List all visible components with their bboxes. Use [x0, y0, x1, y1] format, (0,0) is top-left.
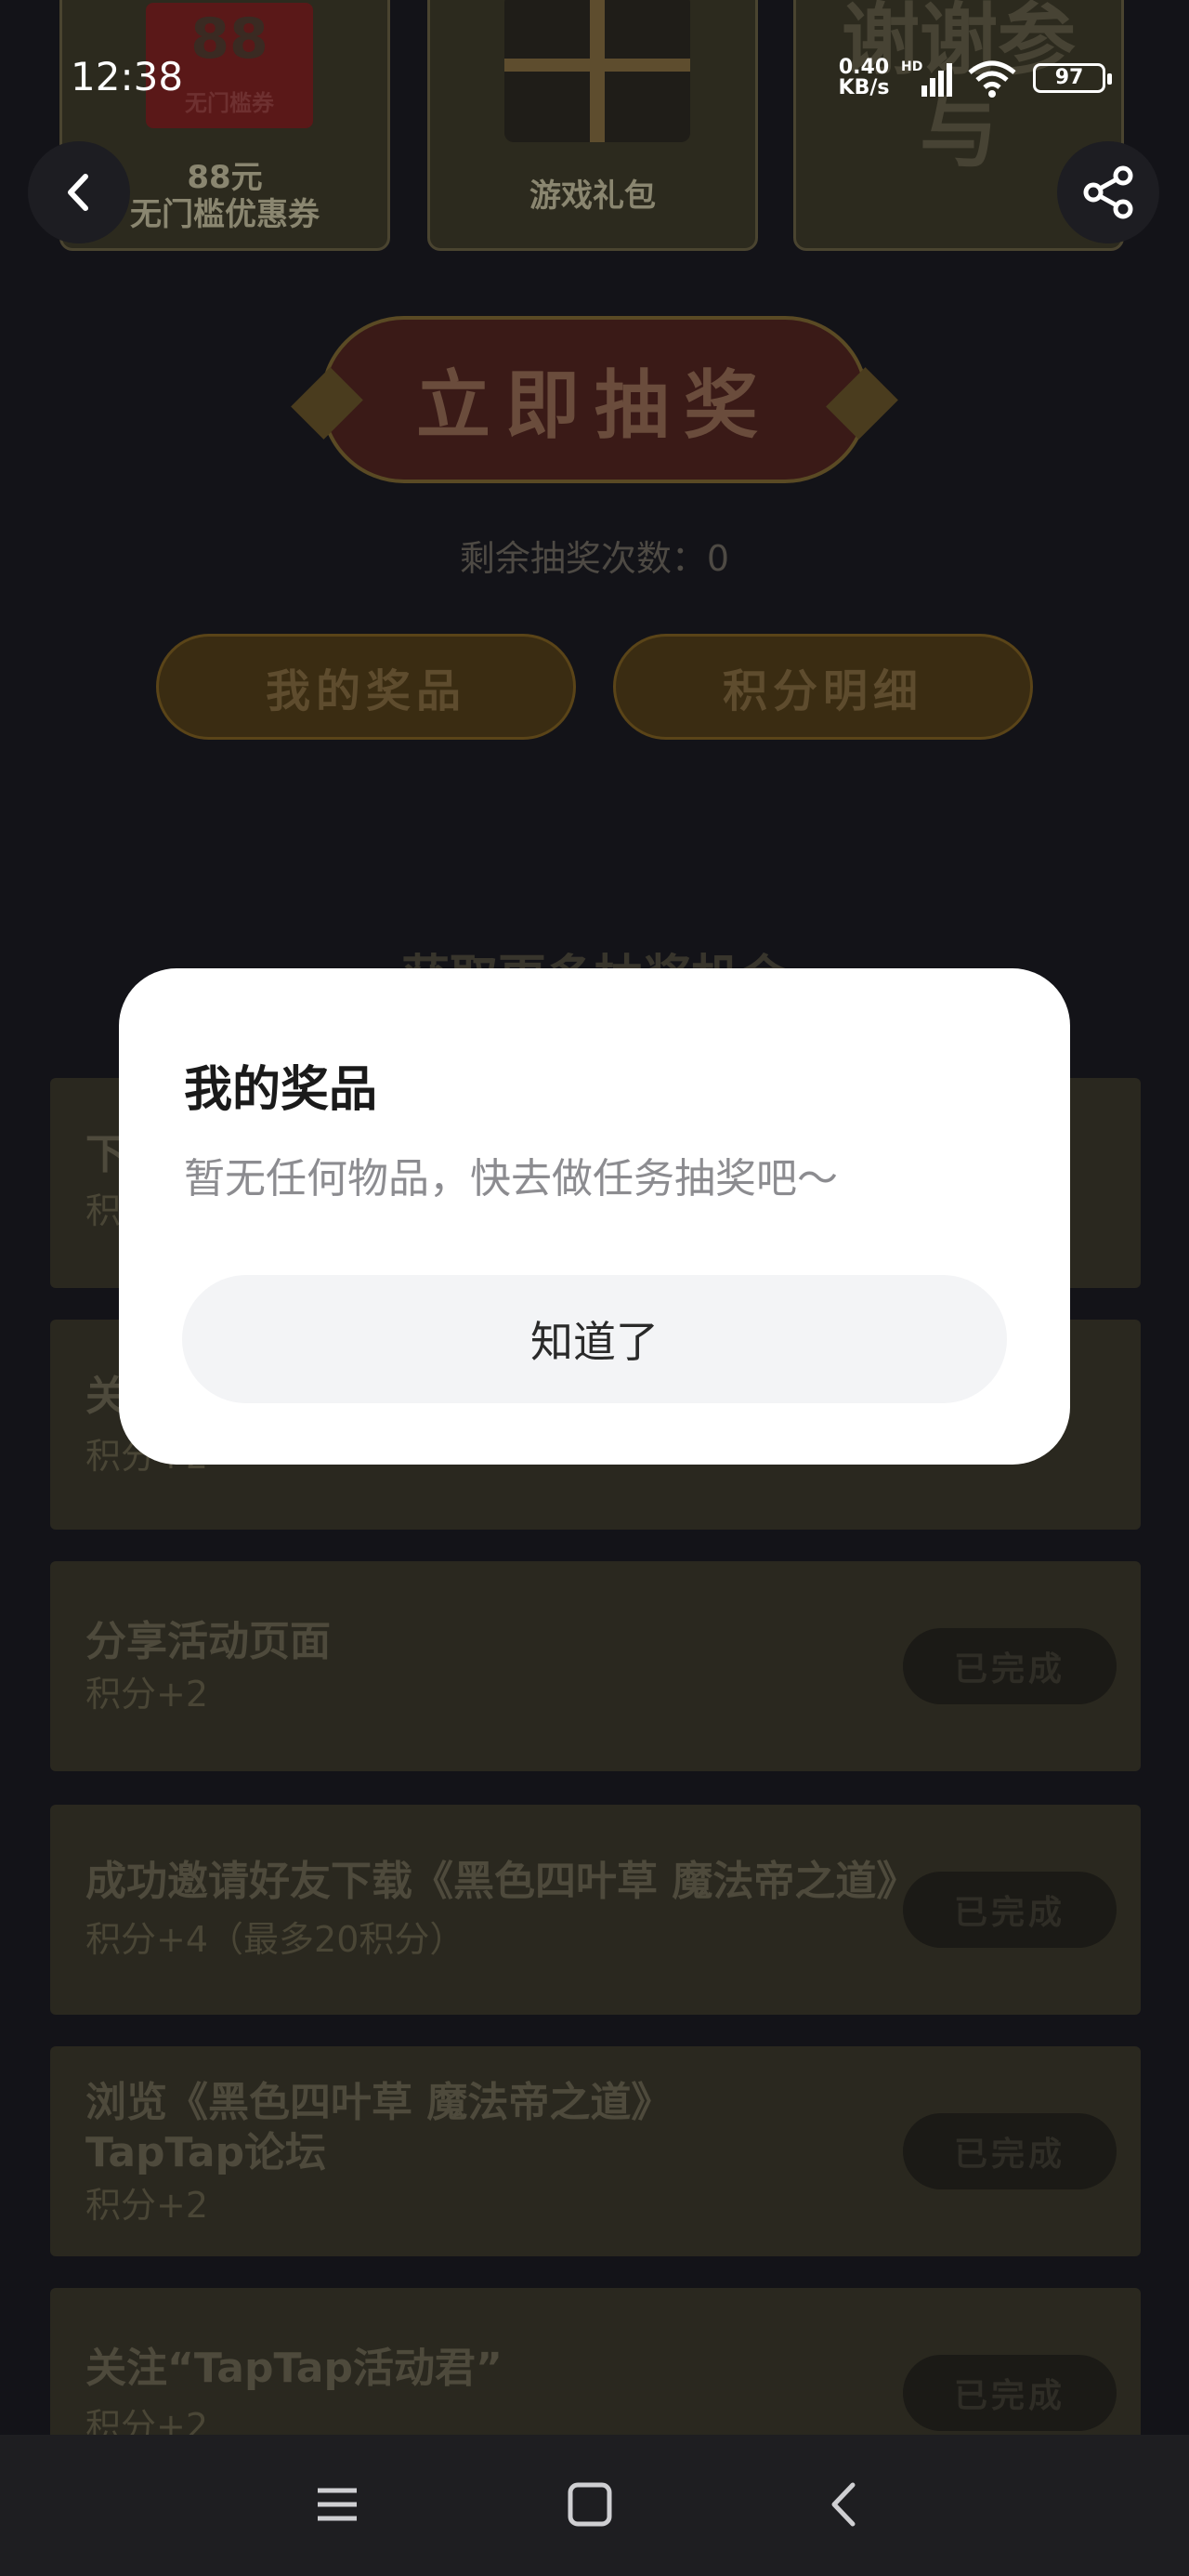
nav-menu-button[interactable] [295, 2463, 379, 2546]
lottery-page: 88 无门槛券 88元 无门槛优惠券 游戏礼包 谢谢参与 12:38 0.40 … [0, 0, 1189, 2576]
my-prizes-dialog: 我的奖品 暂无任何物品，快去做任务抽奖吧～ 知道了 [119, 968, 1070, 1465]
menu-icon [318, 2488, 357, 2521]
home-square-icon [568, 2482, 612, 2527]
dialog-message: 暂无任何物品，快去做任务抽奖吧～ [184, 1155, 838, 1203]
system-nav-bar [0, 2435, 1189, 2576]
dialog-title: 我的奖品 [184, 1062, 378, 1118]
nav-back-button[interactable] [803, 2463, 886, 2546]
back-triangle-icon [831, 2482, 856, 2527]
nav-home-button[interactable] [548, 2463, 632, 2546]
got-it-button[interactable]: 知道了 [182, 1275, 1007, 1403]
